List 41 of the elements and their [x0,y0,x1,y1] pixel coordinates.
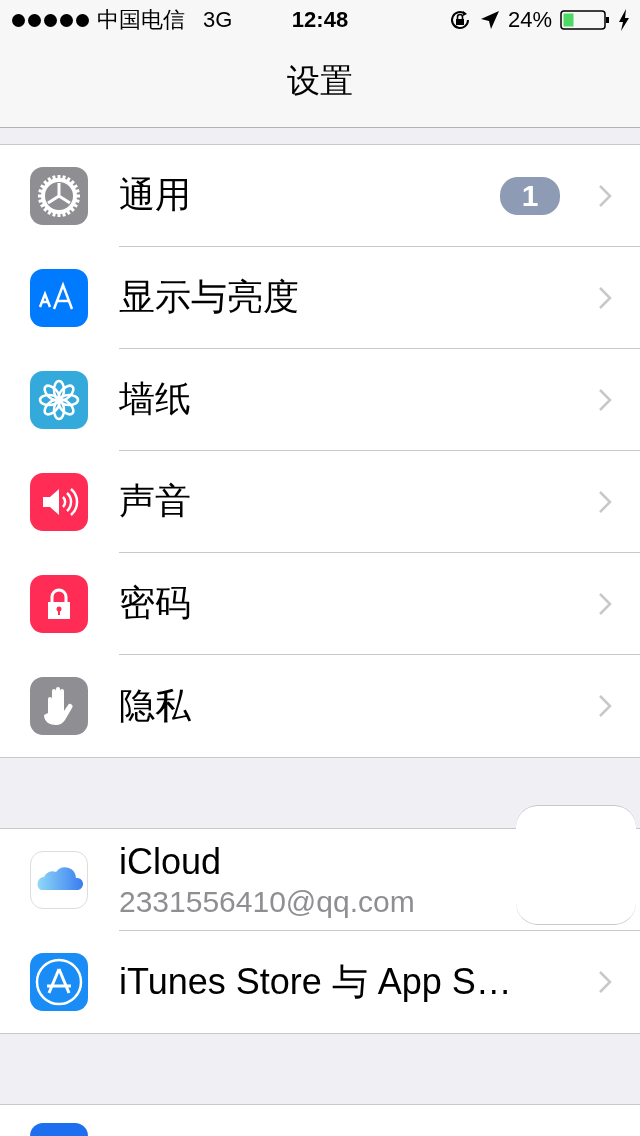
speaker-icon [30,473,88,531]
settings-row[interactable]: 密码 [0,553,640,655]
chevron-icon [598,591,612,616]
settings-row[interactable]: 声音 [0,451,640,553]
hand-icon [30,677,88,735]
gear-icon [30,167,88,225]
chevron-icon [598,489,612,514]
chevron-icon [598,285,612,310]
settings-row[interactable]: 显示与亮度 [0,247,640,349]
page-title: 设置 [287,61,353,101]
clock-time: 12:48 [291,7,349,33]
row-label: 声音 [119,479,192,523]
row-label: 隐私 [119,683,192,728]
charging-bolt-icon [618,9,630,31]
battery-percent: 24% [507,7,552,33]
row-label: iTunes Store 与 App S… [119,959,513,1004]
text-size-icon [30,269,88,327]
notification-badge: 1 [500,176,560,215]
row-label: 墙纸 [119,377,192,421]
chevron-icon [598,694,612,718]
location-arrow-icon [479,10,500,30]
app-store-icon [30,953,88,1011]
network-type: 3G [203,7,233,33]
settings-row[interactable]: 墙纸 [0,349,640,451]
flower-icon [30,371,88,429]
account-email: 2331556410@qq.com [119,884,416,919]
cloud-icon [30,851,88,909]
row-label: 密码 [119,581,192,625]
settings-row[interactable]: iTunes Store 与 App S… [0,931,640,1033]
row-label: 通用 [119,173,192,217]
chevron-icon [598,183,612,208]
signal-icon [12,13,89,27]
row-label: iCloud [119,840,223,883]
chevron-icon [598,970,612,994]
battery-icon [560,9,610,31]
settings-row[interactable]: 隐私 [0,655,640,757]
chevron-icon [598,387,612,412]
lock-icon [30,575,88,633]
settings-row[interactable]: 通用 1 [0,145,640,247]
carrier-name: 中国电信 [97,6,185,34]
row-label: 显示与亮度 [119,275,300,319]
